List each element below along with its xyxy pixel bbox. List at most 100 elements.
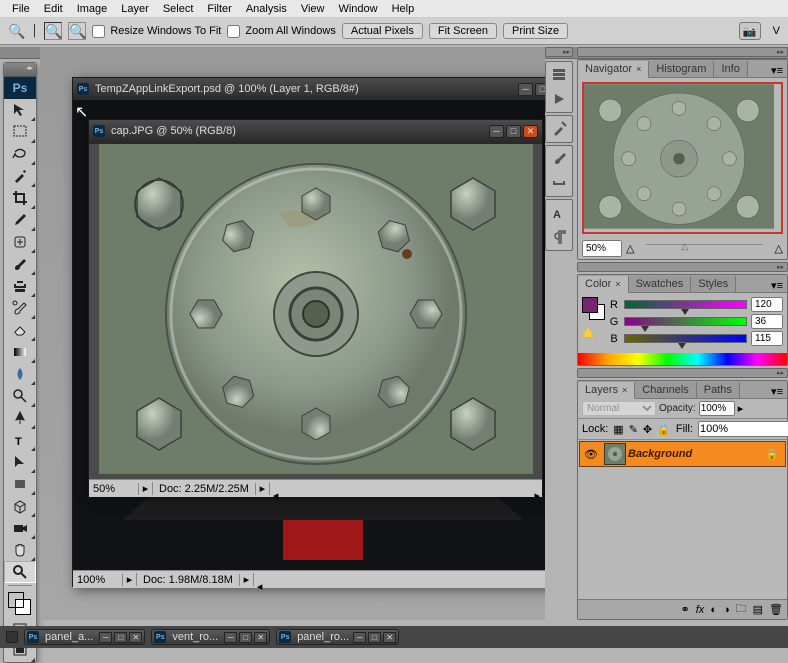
tab-minimize-icon[interactable]: ─ [99, 632, 112, 643]
tab-paths[interactable]: Paths [697, 382, 740, 398]
fill-input[interactable] [698, 421, 788, 437]
taskbar-anchor-icon[interactable] [6, 631, 18, 643]
toolbox-header[interactable] [4, 63, 36, 77]
adjustment-layer-icon[interactable]: ◑ [723, 604, 730, 616]
doc2-titlebar[interactable]: Ps cap.JPG @ 50% (RGB/8) ─ □ ✕ [89, 120, 542, 142]
color-fg-well[interactable] [582, 297, 598, 313]
shape-tool[interactable] [4, 473, 36, 495]
doc2-maximize-button[interactable]: □ [506, 125, 521, 138]
3d-tool[interactable] [4, 495, 36, 517]
gamut-warning-icon[interactable] [582, 327, 594, 337]
navigator-thumbnail[interactable] [582, 82, 783, 234]
marquee-tool[interactable] [4, 121, 36, 143]
g-slider[interactable] [624, 317, 747, 326]
menu-layer[interactable]: Layer [115, 2, 155, 16]
menu-image[interactable]: Image [71, 2, 114, 16]
r-slider[interactable] [624, 300, 747, 309]
tab-minimize-icon[interactable]: ─ [224, 632, 237, 643]
tab-close-icon[interactable]: ✕ [129, 632, 142, 643]
menu-analysis[interactable]: Analysis [240, 2, 293, 16]
tab-swatches[interactable]: Swatches [629, 276, 692, 292]
color-collapse[interactable]: ▸▸ [577, 262, 788, 272]
eyedropper-tool[interactable] [4, 209, 36, 231]
tab-minimize-icon[interactable]: ─ [353, 632, 366, 643]
pen-tool[interactable] [4, 407, 36, 429]
panels-collapse[interactable]: ▸▸ [577, 47, 788, 57]
document-window-cap[interactable]: Ps cap.JPG @ 50% (RGB/8) ─ □ ✕ [88, 119, 543, 494]
menu-filter[interactable]: Filter [201, 2, 237, 16]
blur-tool[interactable] [4, 363, 36, 385]
doc2-status-menu[interactable]: ▸ [256, 482, 270, 495]
b-slider[interactable] [624, 334, 747, 343]
tab-restore-icon[interactable]: □ [368, 632, 381, 643]
hand-tool[interactable] [4, 539, 36, 561]
doc2-status-arrow[interactable]: ▸ [139, 482, 153, 495]
tab-close-icon[interactable]: ✕ [383, 632, 396, 643]
lock-position-icon[interactable]: ✥ [643, 423, 652, 436]
zoom-out-small-icon[interactable]: △ [626, 242, 634, 255]
resize-windows-checkbox[interactable]: Resize Windows To Fit [92, 25, 221, 38]
character-panel-icon[interactable]: A [547, 201, 571, 225]
lock-all-icon[interactable]: 🔒 [657, 423, 671, 436]
taskbar-doc-panel-a[interactable]: Pspanel_a... ─□✕ [24, 629, 145, 645]
zoom-in-large-icon[interactable]: △ [775, 242, 783, 255]
layers-collapse[interactable]: ▸▸ [577, 368, 788, 378]
lock-pixels-icon[interactable]: ✎ [629, 423, 638, 436]
doc2-canvas[interactable] [89, 144, 542, 479]
taskbar-doc-vent-ro[interactable]: Psvent_ro... ─□✕ [151, 629, 270, 645]
delete-layer-icon[interactable]: 🗑 [769, 603, 783, 616]
clonesource-panel-icon[interactable] [547, 171, 571, 195]
menu-select[interactable]: Select [157, 2, 200, 16]
doc1-status-arrow[interactable]: ▸ [123, 573, 137, 586]
brushes-panel-icon[interactable] [547, 147, 571, 171]
type-tool[interactable]: T [4, 429, 36, 451]
link-layers-icon[interactable]: ⚭ [681, 603, 690, 616]
doc2-zoom[interactable]: 50% [89, 483, 139, 495]
gradient-tool[interactable] [4, 341, 36, 363]
menu-window[interactable]: Window [332, 2, 383, 16]
navigator-panel-menu[interactable]: ▾≡ [767, 64, 787, 77]
color-wells[interactable] [582, 297, 604, 337]
tab-styles[interactable]: Styles [691, 276, 736, 292]
menu-file[interactable]: File [6, 2, 36, 16]
dodge-tool[interactable] [4, 385, 36, 407]
tab-close-icon[interactable]: ✕ [254, 632, 267, 643]
layer-list[interactable]: 👁 Background 🔒 [578, 440, 787, 599]
tab-channels[interactable]: Channels [635, 382, 696, 398]
healing-brush-tool[interactable] [4, 231, 36, 253]
tab-restore-icon[interactable]: □ [114, 632, 127, 643]
tab-histogram[interactable]: Histogram [649, 61, 714, 77]
navigator-zoom-input[interactable] [582, 240, 622, 257]
doc1-maximize-button[interactable]: □ [535, 83, 545, 96]
actual-pixels-button[interactable]: Actual Pixels [342, 23, 423, 39]
tab-color[interactable]: Color× [578, 276, 629, 293]
layer-thumbnail[interactable] [604, 443, 626, 465]
zoom-in-icon[interactable]: 🔍 [44, 22, 62, 40]
layer-mask-icon[interactable]: ◐ [710, 604, 717, 616]
zoom-tool[interactable] [4, 561, 36, 583]
color-panel-menu[interactable]: ▾≡ [767, 279, 787, 292]
move-tool[interactable] [4, 99, 36, 121]
g-value[interactable] [751, 314, 783, 329]
menu-edit[interactable]: Edit [38, 2, 69, 16]
clone-stamp-tool[interactable] [4, 275, 36, 297]
opacity-arrow-icon[interactable]: ▸ [738, 402, 744, 415]
tab-navigator[interactable]: Navigator× [578, 61, 649, 78]
new-layer-icon[interactable]: ▤ [753, 603, 763, 616]
b-value[interactable] [751, 331, 783, 346]
magic-wand-tool[interactable] [4, 165, 36, 187]
doc1-titlebar[interactable]: Ps TempZAppLinkExport.psd @ 100% (Layer … [73, 78, 545, 100]
taskbar-doc-panel-ro[interactable]: Pspanel_ro... ─□✕ [276, 629, 399, 645]
lock-transparent-icon[interactable]: ▦ [613, 423, 623, 436]
history-brush-tool[interactable] [4, 297, 36, 319]
actions-panel-icon[interactable] [547, 87, 571, 111]
tab-layers[interactable]: Layers× [578, 382, 635, 399]
doc1-status-menu[interactable]: ▸ [240, 573, 254, 586]
layers-panel-menu[interactable]: ▾≡ [767, 385, 787, 398]
lasso-tool[interactable] [4, 143, 36, 165]
fit-screen-button[interactable]: Fit Screen [429, 23, 497, 39]
toolpresets-panel-icon[interactable] [547, 117, 571, 141]
eraser-tool[interactable] [4, 319, 36, 341]
r-value[interactable] [751, 297, 783, 312]
opacity-input[interactable] [699, 401, 735, 416]
